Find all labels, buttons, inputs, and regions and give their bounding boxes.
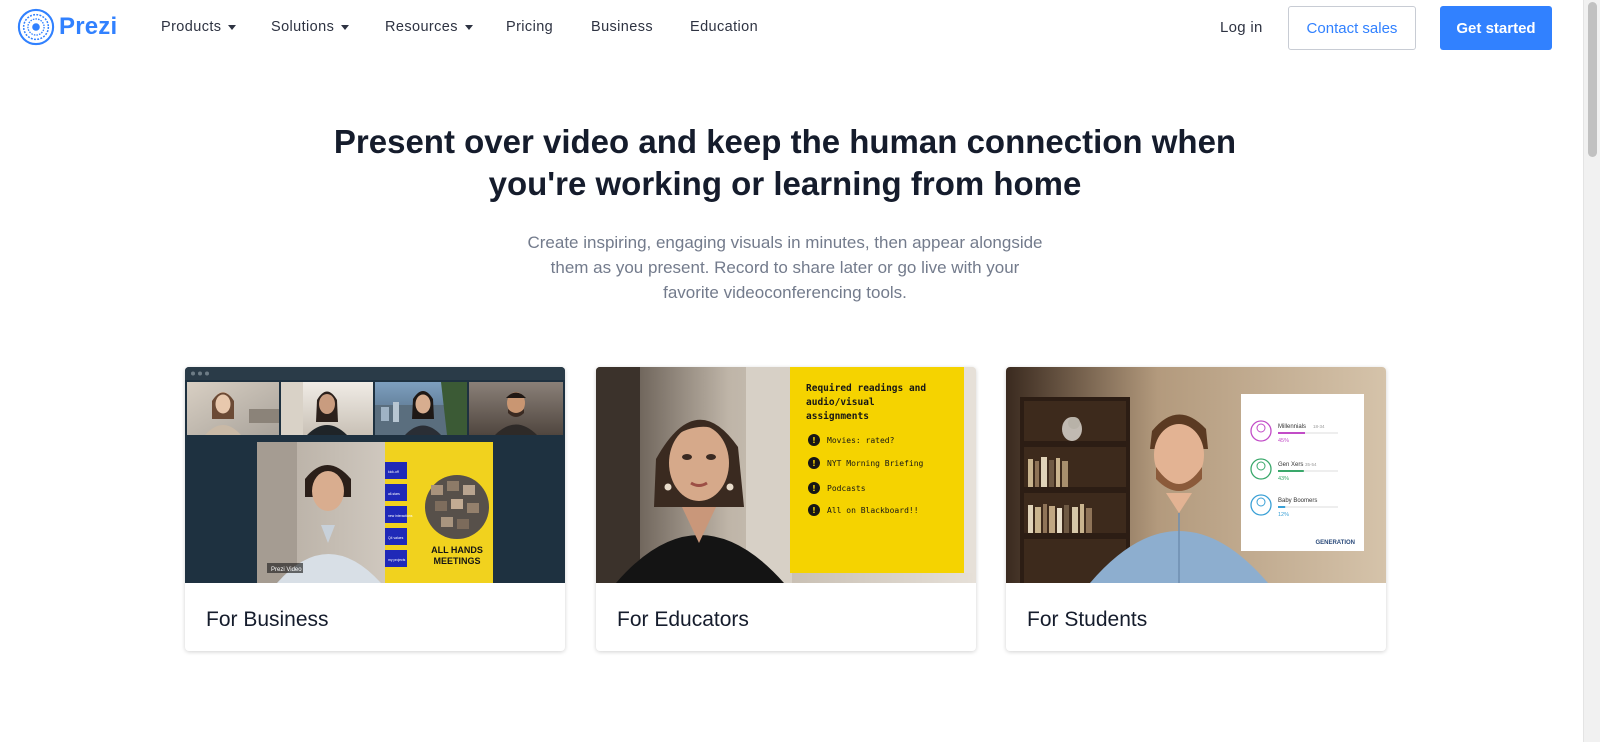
card-title: For Students — [1027, 608, 1148, 631]
nav-education[interactable]: Education — [690, 19, 758, 35]
svg-text:!: ! — [812, 484, 816, 493]
poll-label: Millennials — [1278, 424, 1306, 430]
video-caption: Prezi Video — [271, 567, 302, 573]
get-started-button[interactable]: Get started — [1440, 6, 1552, 50]
educators-video-thumbnail: Required readings and audio/visual assig… — [596, 367, 976, 583]
poll-bar — [1278, 432, 1305, 434]
chevron-down-icon — [341, 24, 350, 30]
page-scrollbar[interactable] — [1583, 0, 1600, 742]
poll-panel — [1241, 394, 1364, 551]
svg-text:!: ! — [812, 436, 816, 445]
slide-item: All on Blackboard!! — [827, 506, 919, 515]
headline-line-1: ALL HANDS — [431, 545, 483, 555]
slide-heading-line-3: assignments — [806, 411, 869, 422]
slide-item: NYT Morning Briefing — [827, 459, 924, 468]
contact-sales-button[interactable]: Contact sales — [1288, 6, 1416, 50]
hero-title-line-1: Present over video and keep the human co… — [333, 123, 1237, 160]
nav-business-label: Business — [591, 19, 654, 35]
poll-label: Gen Xers — [1278, 462, 1303, 468]
topic-chip-label: new interactions — [388, 514, 413, 518]
slide-item: Podcasts — [827, 484, 866, 493]
card-students[interactable]: Millennials 18-34 45% Gen Xers 35-54 43%… — [1006, 367, 1386, 651]
poll-percent: 43% — [1278, 476, 1289, 482]
nav-products[interactable]: Products — [161, 19, 237, 35]
hero-subtitle-line-1: Create inspiring, engaging visuals in mi… — [527, 233, 1043, 252]
business-video-thumbnail: Prezi Video kick-off all-stars new inter… — [185, 367, 565, 583]
topic-chip-label: my projects — [388, 558, 406, 562]
poll-bar — [1278, 506, 1286, 508]
headline-line-2: MEETINGS — [433, 556, 480, 566]
nav-solutions-label: Solutions — [271, 19, 335, 35]
hero-title: Present over video and keep the human co… — [250, 121, 1320, 205]
poll-range: 18-34 — [1313, 424, 1325, 429]
business-video-illustration: Prezi Video kick-off all-stars new inter… — [185, 367, 565, 583]
scrollbar-thumb[interactable] — [1588, 2, 1597, 157]
poll-bar — [1278, 470, 1304, 472]
nav-pricing[interactable]: Pricing — [506, 19, 553, 35]
nav-pricing-label: Pricing — [506, 19, 554, 35]
slide-item: Movies: rated? — [827, 436, 895, 445]
poll-percent: 12% — [1278, 512, 1289, 518]
svg-text:!: ! — [812, 506, 816, 515]
card-title: For Business — [206, 608, 329, 631]
top-navigation: Prezi Products Solutions Resources Prici… — [0, 0, 1552, 56]
nav-resources[interactable]: Resources — [385, 19, 473, 35]
slide-heading-line-2: audio/visual — [806, 397, 875, 408]
students-video-thumbnail: Millennials 18-34 45% Gen Xers 35-54 43%… — [1006, 367, 1386, 583]
poll-range: 35-54 — [1305, 462, 1317, 467]
brand-name: Prezi — [59, 13, 118, 40]
hero-subtitle-line-2: them as you present. Record to share lat… — [550, 258, 1020, 277]
card-educators[interactable]: Required readings and audio/visual assig… — [596, 367, 976, 651]
topic-chip-label: all-stars — [388, 492, 400, 496]
slide-heading-line-1: Required readings and — [806, 383, 926, 394]
prezi-logo-icon — [17, 8, 55, 46]
chevron-down-icon — [464, 24, 473, 30]
nav-solutions[interactable]: Solutions — [271, 19, 350, 35]
poll-footer: GENERATION — [1315, 540, 1355, 546]
card-business[interactable]: Prezi Video kick-off all-stars new inter… — [185, 367, 565, 651]
hero-subtitle-line-3: favorite videoconferencing tools. — [663, 283, 907, 302]
nav-business[interactable]: Business — [591, 19, 653, 35]
topic-chip-label: kick-off — [388, 470, 399, 474]
nav-resources-label: Resources — [385, 19, 458, 35]
nav-products-label: Products — [161, 19, 222, 35]
login-link[interactable]: Log in — [1220, 19, 1263, 36]
hero-subtitle: Create inspiring, engaging visuals in mi… — [480, 230, 1090, 305]
chevron-down-icon — [228, 24, 237, 30]
students-video-illustration: Millennials 18-34 45% Gen Xers 35-54 43%… — [1006, 367, 1386, 583]
poll-percent: 45% — [1278, 438, 1289, 444]
svg-text:!: ! — [812, 459, 816, 468]
educators-video-illustration: Required readings and audio/visual assig… — [596, 367, 976, 583]
topic-chip-label: Q4 values — [388, 536, 404, 540]
prezi-logo[interactable]: Prezi — [17, 8, 117, 46]
nav-education-label: Education — [690, 19, 759, 35]
poll-label: Baby Boomers — [1278, 498, 1317, 504]
card-title: For Educators — [617, 608, 749, 631]
hero-title-line-2: you're working or learning from home — [488, 165, 1082, 202]
